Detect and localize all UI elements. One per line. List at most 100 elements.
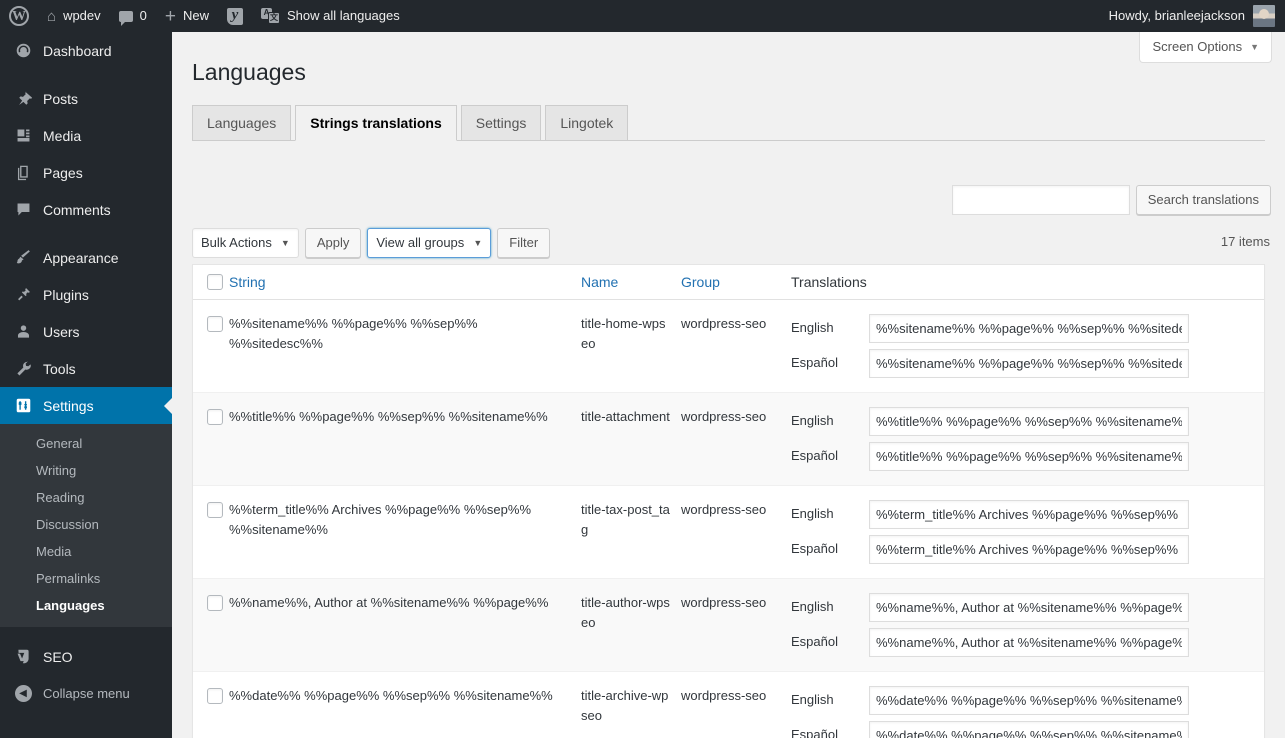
- row-select-cell[interactable]: [193, 299, 229, 392]
- list-toolbar: Bulk Actions ▼ Apply View all groups ▼ F…: [192, 228, 550, 258]
- translation-language-label: English: [791, 597, 869, 617]
- bulk-actions-select[interactable]: Bulk Actions ▼: [192, 228, 299, 258]
- cell-string: %%term_title%% Archives %%page%% %%sep%%…: [229, 485, 581, 578]
- translation-input[interactable]: [869, 628, 1189, 657]
- page-title: Languages: [172, 32, 1285, 87]
- row-checkbox[interactable]: [207, 688, 223, 704]
- settings-submenu: General Writing Reading Discussion Media…: [0, 424, 172, 627]
- row-checkbox[interactable]: [207, 316, 223, 332]
- filter-button[interactable]: Filter: [497, 228, 550, 258]
- wp-logo-menu[interactable]: W: [0, 0, 38, 32]
- translation-input[interactable]: [869, 593, 1189, 622]
- table-row: %%name%%, Author at %%sitename%% %%page%…: [193, 578, 1264, 671]
- screen-options-button[interactable]: Screen Options ▼: [1139, 32, 1272, 63]
- comments-icon: [13, 200, 33, 220]
- translation-input[interactable]: [869, 442, 1189, 471]
- admin-bar: W ⌂ wpdev 0 + New y A文 Show all language…: [0, 0, 1285, 32]
- sidebar-item-label: Dashboard: [43, 44, 112, 58]
- translation-language-label: Español: [791, 446, 869, 466]
- cell-translations: English Español: [791, 485, 1264, 578]
- table-row: %%term_title%% Archives %%page%% %%sep%%…: [193, 485, 1264, 578]
- column-header-string[interactable]: String: [229, 265, 581, 299]
- translation-line: Español: [791, 535, 1254, 564]
- translation-language-label: English: [791, 504, 869, 524]
- yoast-seo-menu[interactable]: y: [218, 0, 252, 32]
- sidebar-subitem-media[interactable]: Media: [0, 538, 172, 565]
- users-icon: [13, 322, 33, 342]
- yoast-logo-icon: y: [227, 8, 243, 25]
- cell-translations: EnglishEspañol: [791, 299, 1264, 392]
- sidebar-subitem-reading[interactable]: Reading: [0, 484, 172, 511]
- strings-table-container: String Name Group Translations %%sitenam…: [192, 264, 1265, 738]
- translation-line: English: [791, 314, 1254, 343]
- tab-languages[interactable]: Languages: [192, 105, 291, 141]
- row-select-cell[interactable]: [193, 392, 229, 485]
- settings-icon: [13, 396, 33, 416]
- content-area: Screen Options ▼ Languages LanguagesStri…: [172, 32, 1285, 738]
- sidebar-item-label: Plugins: [43, 288, 89, 302]
- translation-language-label: English: [791, 318, 869, 338]
- collapse-arrow-icon: ◀: [13, 684, 33, 704]
- tab-settings[interactable]: Settings: [461, 105, 542, 141]
- search-translations-button[interactable]: Search translations: [1136, 185, 1271, 215]
- sidebar-subitem-permalinks[interactable]: Permalinks: [0, 565, 172, 592]
- translation-input[interactable]: [869, 349, 1189, 378]
- sidebar-item-plugins[interactable]: Plugins: [0, 276, 172, 313]
- sidebar-subitem-writing[interactable]: Writing: [0, 457, 172, 484]
- row-checkbox[interactable]: [207, 502, 223, 518]
- site-name-menu[interactable]: ⌂ wpdev: [38, 0, 110, 32]
- select-all-checkbox[interactable]: [207, 274, 223, 290]
- translation-input[interactable]: [869, 407, 1189, 436]
- translation-input[interactable]: [869, 535, 1189, 564]
- my-account-menu[interactable]: Howdy, brianleejackson: [1100, 0, 1285, 32]
- column-header-name[interactable]: Name: [581, 265, 681, 299]
- sidebar-item-dashboard[interactable]: Dashboard: [0, 32, 172, 69]
- sidebar-subitem-discussion[interactable]: Discussion: [0, 511, 172, 538]
- sidebar-item-users[interactable]: Users: [0, 313, 172, 350]
- sidebar-item-comments[interactable]: Comments: [0, 191, 172, 228]
- row-select-cell[interactable]: [193, 485, 229, 578]
- row-select-cell[interactable]: [193, 671, 229, 738]
- cell-string: %%sitename%% %%page%% %%sep%% %%sitedesc…: [229, 299, 581, 392]
- sidebar-item-media[interactable]: Media: [0, 117, 172, 154]
- tab-bar: LanguagesStrings translationsSettingsLin…: [192, 105, 1265, 141]
- row-checkbox[interactable]: [207, 409, 223, 425]
- row-checkbox[interactable]: [207, 595, 223, 611]
- show-all-languages-menu[interactable]: A文 Show all languages: [252, 0, 409, 32]
- chevron-down-icon: ▼: [1250, 42, 1259, 52]
- tab-strings-translations[interactable]: Strings translations: [295, 105, 456, 141]
- translations-grid: English Español: [791, 686, 1254, 738]
- translation-language-label: Español: [791, 725, 869, 738]
- sidebar-item-posts[interactable]: Posts: [0, 80, 172, 117]
- translation-input[interactable]: [869, 721, 1189, 738]
- search-input[interactable]: [952, 185, 1130, 215]
- chevron-down-icon: ▼: [473, 229, 482, 257]
- translation-line: Español: [791, 442, 1254, 471]
- translation-input[interactable]: [869, 500, 1189, 529]
- column-header-group[interactable]: Group: [681, 265, 791, 299]
- sidebar-subitem-languages[interactable]: Languages: [0, 592, 172, 619]
- sidebar-item-appearance[interactable]: Appearance: [0, 239, 172, 276]
- sidebar-item-tools[interactable]: Tools: [0, 350, 172, 387]
- collapse-menu-button[interactable]: ◀ Collapse menu: [0, 675, 172, 712]
- view-groups-select[interactable]: View all groups ▼: [367, 228, 491, 258]
- translation-line: English: [791, 686, 1254, 715]
- yoast-logo-icon: [13, 647, 33, 667]
- comments-bubble[interactable]: 0: [110, 0, 156, 32]
- sidebar-item-pages[interactable]: Pages: [0, 154, 172, 191]
- sidebar-item-settings[interactable]: Settings: [0, 387, 172, 424]
- dashboard-icon: [13, 41, 33, 61]
- view-groups-label: View all groups: [376, 235, 464, 250]
- select-all-header[interactable]: [193, 265, 229, 299]
- wordpress-logo-icon: W: [9, 6, 29, 26]
- cell-group: wordpress-seo: [681, 392, 791, 485]
- items-count-label: 17 items: [1221, 234, 1270, 249]
- sidebar-item-seo[interactable]: SEO: [0, 638, 172, 675]
- sidebar-subitem-general[interactable]: General: [0, 430, 172, 457]
- new-content-menu[interactable]: + New: [156, 0, 218, 32]
- row-select-cell[interactable]: [193, 578, 229, 671]
- apply-button[interactable]: Apply: [305, 228, 362, 258]
- translation-input[interactable]: [869, 686, 1189, 715]
- translation-input[interactable]: [869, 314, 1189, 343]
- tab-lingotek[interactable]: Lingotek: [545, 105, 628, 141]
